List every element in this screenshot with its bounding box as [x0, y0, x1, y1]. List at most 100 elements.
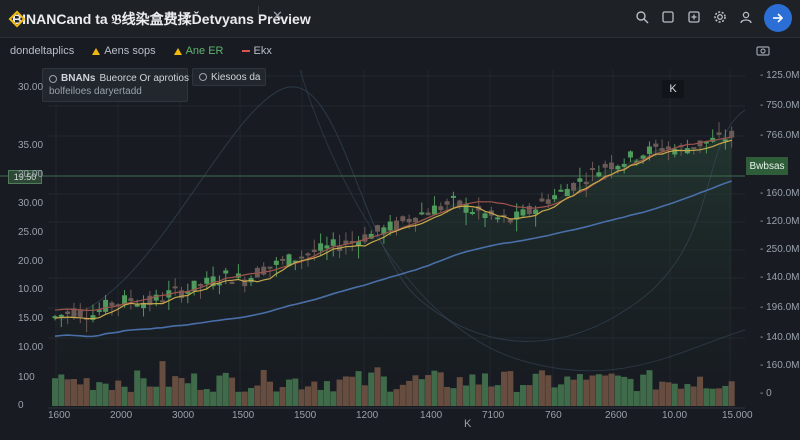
candle-up	[387, 221, 393, 231]
x-axis-tick: 1500	[232, 410, 255, 421]
candle-down	[229, 281, 235, 284]
candle-down	[197, 284, 203, 287]
volume-bar	[387, 391, 394, 406]
candle-up	[463, 204, 469, 213]
volume-bar	[501, 371, 508, 406]
volume-bar	[418, 379, 425, 406]
candle-up	[330, 239, 336, 246]
x-axis-tick: 3000	[172, 410, 195, 421]
right-axis-tick: - 125.0M	[760, 70, 800, 81]
x-axis-marker: K	[464, 418, 472, 430]
candle-down	[590, 168, 596, 171]
volume-bar	[298, 389, 305, 406]
candle-down	[653, 143, 659, 147]
volume-bar	[621, 376, 628, 406]
volume-bar	[330, 391, 337, 406]
candle-down	[375, 225, 381, 232]
volume-bar	[614, 375, 621, 406]
candle-down	[65, 311, 71, 315]
volume-bar	[178, 378, 185, 406]
candle-down	[425, 212, 431, 216]
right-axis-tick: - 160.0M	[760, 360, 800, 371]
candle-up	[672, 148, 678, 155]
candle-down	[665, 146, 671, 150]
volume-bar	[361, 385, 368, 406]
volume-bar	[716, 388, 723, 406]
volume-bar	[557, 384, 564, 406]
left-axis-tick: 10.00	[18, 284, 44, 295]
volume-bar	[267, 381, 274, 406]
volume-bar	[216, 375, 223, 406]
volume-bar	[589, 375, 596, 406]
right-axis-tick: - 140.0M	[760, 272, 800, 283]
volume-bar	[165, 386, 172, 406]
right-axis-tick: - 120.0M	[760, 216, 800, 227]
left-axis-tick: 35.00	[18, 140, 44, 151]
legend-secondary-label: Kiesoos da	[211, 71, 261, 83]
left-axis-tick: 20.00	[18, 256, 44, 267]
volume-bar	[684, 384, 691, 406]
volume-bar	[235, 391, 242, 406]
volume-bar	[146, 386, 153, 406]
legend-secondary[interactable]: Kiesoos da	[192, 68, 266, 86]
legend-title: BNANs	[61, 73, 96, 84]
volume-bar	[58, 374, 65, 406]
volume-bar	[583, 379, 590, 406]
candle-down	[299, 256, 305, 259]
volume-bar	[475, 384, 482, 406]
candle-down	[659, 148, 665, 152]
candle-up	[646, 146, 652, 154]
volume-bar	[64, 379, 71, 406]
candle-down	[691, 147, 697, 150]
volume-bar	[507, 371, 514, 406]
volume-bar	[159, 361, 166, 406]
volume-bar	[317, 389, 324, 406]
left-axis-tick: 20.00	[18, 169, 44, 180]
candle-down	[394, 220, 399, 231]
volume-bar	[437, 372, 444, 406]
right-axis-tick: - 140.0M	[760, 332, 800, 343]
volume-bar	[260, 370, 267, 406]
volume-bar	[121, 386, 128, 406]
volume-bar	[153, 386, 160, 406]
volume-bar	[108, 390, 115, 406]
volume-bar	[412, 375, 419, 406]
volume-bar	[355, 371, 362, 406]
volume-bar	[627, 378, 634, 406]
candle-up	[558, 189, 564, 192]
volume-bar	[102, 383, 109, 406]
candle-up	[324, 245, 330, 249]
volume-bar	[399, 384, 406, 406]
volume-bar	[342, 376, 349, 406]
candle-down	[412, 217, 418, 223]
left-axis-tick: 25.00	[18, 227, 44, 238]
candle-up	[134, 304, 140, 307]
volume-bar	[703, 388, 710, 406]
volume-bar	[172, 376, 179, 406]
volume-bar	[450, 388, 457, 406]
volume-bar	[640, 374, 647, 406]
candlestick-chart[interactable]	[0, 0, 800, 440]
legend-primary[interactable]: BNANs Bueorce Or aprotios bolfeiloes dar…	[42, 68, 189, 102]
volume-bar	[285, 379, 292, 406]
eye-icon[interactable]	[199, 73, 207, 81]
left-axis-tick: 30.00	[18, 82, 44, 93]
legend-subtext: bolfeiloes daryertadd	[49, 86, 142, 97]
volume-bar	[89, 389, 96, 406]
candle-down	[539, 198, 545, 202]
candle-down	[729, 130, 735, 138]
volume-bar	[203, 389, 210, 406]
volume-bar	[595, 374, 602, 406]
candle-up	[318, 243, 324, 251]
volume-bar	[545, 375, 552, 406]
candle-down	[507, 219, 513, 223]
candle-down	[305, 253, 311, 256]
volume-bar	[374, 367, 381, 406]
x-axis-tick: 1500	[294, 410, 317, 421]
eye-icon[interactable]	[49, 74, 57, 83]
left-axis-tick: 0	[18, 400, 24, 411]
crosshair-tooltip[interactable]: K	[662, 80, 684, 98]
candle-down	[609, 162, 615, 170]
candle-down	[362, 234, 368, 242]
volume-bar	[570, 379, 577, 406]
